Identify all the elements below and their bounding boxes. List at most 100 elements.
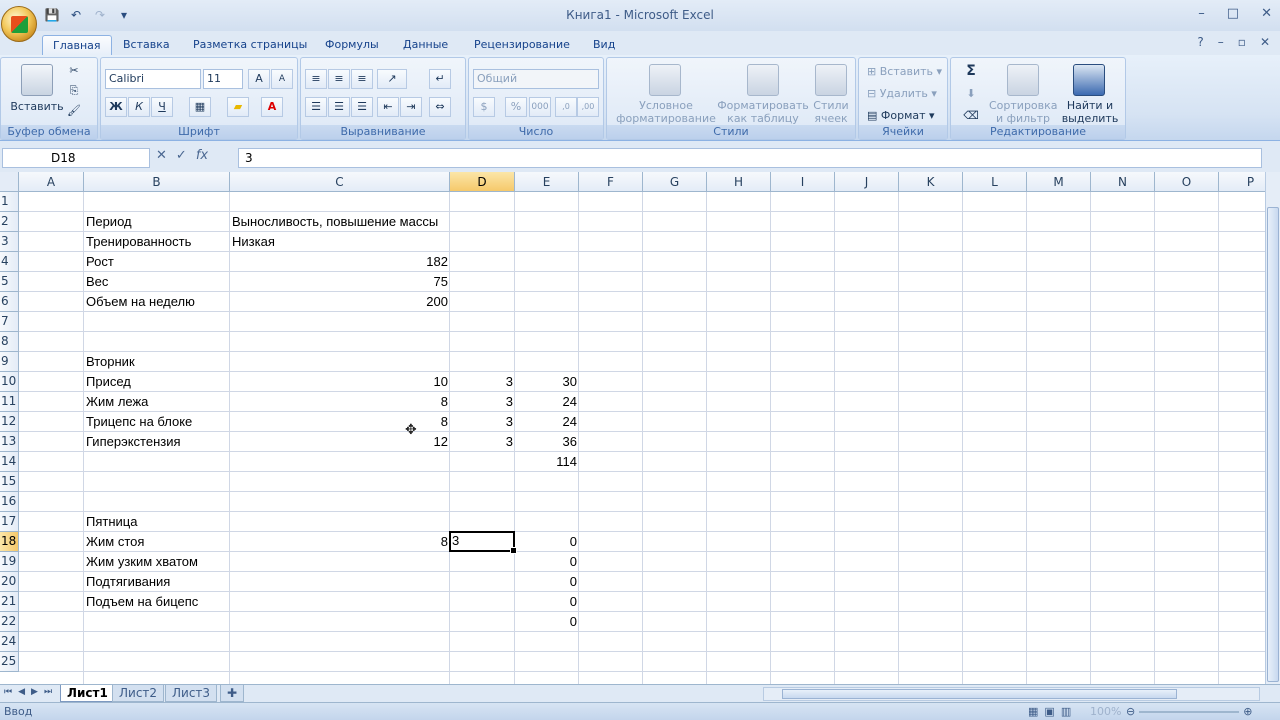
column-header-h[interactable]: H: [707, 172, 771, 192]
font-name-select[interactable]: Calibri: [105, 69, 201, 89]
column-header-m[interactable]: M: [1027, 172, 1091, 192]
spreadsheet-grid[interactable]: A B C D E F G H I J K L M N O P 1 2 3 4 5 6 7 8 9 10 11 12 13 14 15 16 1…: [0, 172, 1265, 684]
wrap-text-icon[interactable]: ↵: [429, 69, 451, 89]
autosum-icon[interactable]: Σ: [959, 64, 983, 78]
underline-button[interactable]: Ч: [151, 97, 173, 117]
increase-indent-icon[interactable]: ⇥: [400, 97, 422, 117]
align-middle-icon[interactable]: ≡: [328, 69, 350, 89]
select-all-corner[interactable]: [0, 172, 19, 192]
zoom-level[interactable]: 100%: [1090, 703, 1121, 720]
column-header-i[interactable]: I: [771, 172, 835, 192]
column-header-o[interactable]: O: [1155, 172, 1219, 192]
font-color-icon[interactable]: A: [261, 97, 283, 117]
tab-insert[interactable]: Вставка: [113, 35, 180, 55]
prev-sheet-icon[interactable]: ◀: [18, 687, 25, 697]
sort-filter-button[interactable]: Сортировка и фильтр: [989, 99, 1058, 125]
doc-close-icon[interactable]: ✕: [1260, 35, 1270, 49]
row-header-8[interactable]: 8: [0, 332, 19, 352]
copy-icon[interactable]: ⎘: [67, 84, 81, 97]
column-header-b[interactable]: B: [84, 172, 230, 192]
column-header-k[interactable]: K: [899, 172, 963, 192]
row-header-21[interactable]: 21: [0, 592, 19, 612]
cell-e12[interactable]: 24: [515, 412, 579, 432]
row-header-7[interactable]: 7: [0, 312, 19, 332]
decrease-decimal-icon[interactable]: ,00: [577, 97, 599, 117]
insert-sheet-icon[interactable]: ✚: [220, 685, 244, 702]
insert-function-button[interactable]: fx: [196, 148, 208, 163]
grow-font-icon[interactable]: A: [248, 69, 270, 89]
increase-decimal-icon[interactable]: ,0: [555, 97, 577, 117]
vertical-scrollbar[interactable]: [1265, 172, 1280, 684]
enter-icon[interactable]: ✓: [176, 148, 187, 163]
cell-e20[interactable]: 0: [515, 572, 579, 592]
zoom-in-icon[interactable]: ⊕: [1243, 703, 1252, 720]
column-header-g[interactable]: G: [643, 172, 707, 192]
clear-icon[interactable]: ⌫: [959, 109, 983, 122]
minimize-icon[interactable]: –: [1198, 6, 1205, 21]
cell-e22[interactable]: 0: [515, 612, 579, 632]
align-left-icon[interactable]: ☰: [305, 97, 327, 117]
column-header-n[interactable]: N: [1091, 172, 1155, 192]
row-header-19[interactable]: 19: [0, 552, 19, 572]
align-center-icon[interactable]: ☰: [328, 97, 350, 117]
active-cell-d18[interactable]: 3: [449, 531, 517, 554]
cell-b17[interactable]: Пятница: [84, 512, 450, 532]
first-sheet-icon[interactable]: ⏮: [4, 687, 12, 697]
row-header-4[interactable]: 4: [0, 252, 19, 272]
orientation-icon[interactable]: ↗: [377, 69, 407, 89]
bold-button[interactable]: Ж: [105, 97, 127, 117]
align-bottom-icon[interactable]: ≡: [351, 69, 373, 89]
cell-c18[interactable]: 8: [230, 532, 450, 552]
row-header-16[interactable]: 16: [0, 492, 19, 512]
row-header-10[interactable]: 10: [0, 372, 19, 392]
cell-c11[interactable]: 8: [230, 392, 450, 412]
next-sheet-icon[interactable]: ▶: [31, 687, 38, 697]
cell-e19[interactable]: 0: [515, 552, 579, 572]
row-header-2[interactable]: 2: [0, 212, 19, 232]
tab-page-layout[interactable]: Разметка страницы: [183, 35, 317, 55]
row-header-15[interactable]: 15: [0, 472, 19, 492]
cell-e14[interactable]: 114: [515, 452, 579, 472]
conditional-format-button[interactable]: Условное форматирование: [611, 99, 721, 125]
office-button[interactable]: [1, 6, 37, 42]
horizontal-scrollbar[interactable]: [763, 687, 1260, 701]
row-header-6[interactable]: 6: [0, 292, 19, 312]
cell-c5[interactable]: 75: [230, 272, 450, 292]
cell-d12[interactable]: 3: [450, 412, 515, 432]
tab-data[interactable]: Данные: [393, 35, 458, 55]
cell-e11[interactable]: 24: [515, 392, 579, 412]
column-header-d[interactable]: D: [450, 172, 515, 192]
row-header-24[interactable]: 24: [0, 632, 19, 652]
delete-cells-button[interactable]: ⊟ Удалить ▾: [867, 87, 947, 100]
zoom-out-icon[interactable]: ⊖: [1126, 703, 1135, 720]
tab-view[interactable]: Вид: [583, 35, 625, 55]
align-right-icon[interactable]: ☰: [351, 97, 373, 117]
doc-minimize-icon[interactable]: –: [1218, 35, 1224, 49]
page-layout-view-icon[interactable]: ▣: [1044, 703, 1054, 720]
shrink-font-icon[interactable]: A: [271, 69, 293, 89]
decrease-indent-icon[interactable]: ⇤: [377, 97, 399, 117]
row-header-14[interactable]: 14: [0, 452, 19, 472]
last-sheet-icon[interactable]: ⏭: [44, 687, 52, 697]
page-break-view-icon[interactable]: ▥: [1061, 703, 1071, 720]
row-header-11[interactable]: 11: [0, 392, 19, 412]
tab-home[interactable]: Главная: [42, 35, 112, 55]
italic-button[interactable]: К: [128, 97, 150, 117]
fill-icon[interactable]: ⬇: [959, 87, 983, 100]
format-painter-icon[interactable]: 🖌: [67, 104, 81, 117]
sheet-tab-1[interactable]: Лист1: [60, 685, 115, 702]
cancel-icon[interactable]: ✕: [156, 148, 167, 163]
cell-b20[interactable]: Подтягивания: [84, 572, 450, 592]
zoom-slider[interactable]: ⊖ ⊕: [1126, 703, 1252, 720]
normal-view-icon[interactable]: ▦: [1028, 703, 1038, 720]
row-header-12[interactable]: 12: [0, 412, 19, 432]
tab-formulas[interactable]: Формулы: [315, 35, 389, 55]
cell-d13[interactable]: 3: [450, 432, 515, 452]
thousands-icon[interactable]: 000: [529, 97, 551, 117]
currency-icon[interactable]: $: [473, 97, 495, 117]
row-header-5[interactable]: 5: [0, 272, 19, 292]
cell-d11[interactable]: 3: [450, 392, 515, 412]
cell-c4[interactable]: 182: [230, 252, 450, 272]
row-header-9[interactable]: 9: [0, 352, 19, 372]
cell-b9[interactable]: Вторник: [84, 352, 450, 372]
